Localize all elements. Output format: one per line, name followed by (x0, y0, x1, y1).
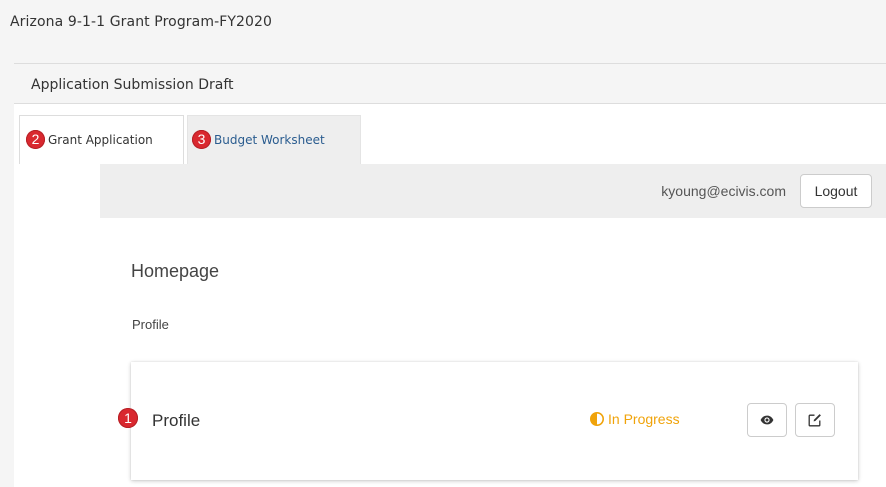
panel-heading: Application Submission Draft (14, 64, 886, 104)
edit-button[interactable] (795, 403, 835, 437)
tab-grant-application[interactable]: 2 Grant Application (19, 115, 184, 164)
status-text: In Progress (608, 411, 680, 427)
tab-budget-worksheet[interactable]: 3 Budget Worksheet (187, 115, 361, 164)
edit-icon (808, 414, 821, 427)
application-frame: kyoung@ecivis.com Logout Homepage Profil… (100, 164, 886, 487)
user-email: kyoung@ecivis.com (661, 183, 786, 199)
panel-heading-title: Application Submission Draft (31, 77, 234, 93)
tab-label: Budget Worksheet (214, 132, 325, 147)
view-button[interactable] (747, 403, 787, 437)
left-strip (6, 104, 14, 487)
tab-label: Grant Application (48, 132, 153, 147)
page: Arizona 9-1-1 Grant Program-FY2020 Appli… (0, 0, 886, 487)
top-bar: kyoung@ecivis.com Logout (100, 164, 886, 218)
half-circle-icon (590, 412, 604, 426)
section-label: Profile (132, 317, 169, 332)
profile-card: 1 Profile In Progress (118, 362, 858, 480)
step-badge: 3 (192, 130, 211, 149)
card-title: Profile (152, 411, 201, 430)
page-title: Homepage (131, 261, 220, 281)
step-badge: 2 (26, 130, 45, 149)
program-title: Arizona 9-1-1 Grant Program-FY2020 (10, 14, 273, 30)
status-indicator: In Progress (590, 411, 680, 427)
logout-button[interactable]: Logout (800, 174, 872, 208)
step-badge: 1 (118, 408, 138, 428)
eye-icon (760, 415, 774, 425)
